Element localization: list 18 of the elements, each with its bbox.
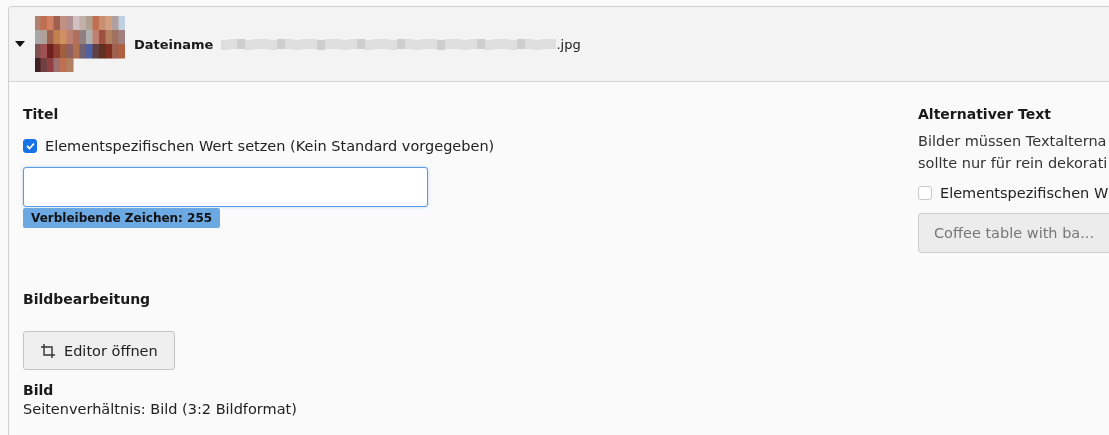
remaining-characters: Verbleibende Zeichen: 255 — [23, 208, 221, 228]
checkbox-label: Elementspezifischen W — [940, 184, 1109, 203]
open-editor-button[interactable]: Editor öffnen — [23, 331, 175, 370]
checkbox[interactable] — [918, 186, 932, 200]
filename-label: Dateiname — [134, 36, 214, 52]
title-input-field[interactable] — [23, 167, 428, 207]
checkbox[interactable] — [23, 139, 37, 153]
description-text: sollte nur für rein dekorati — [918, 154, 1108, 173]
section-heading: Titel — [23, 106, 59, 122]
section-heading: Bild — [23, 382, 54, 398]
caret-down-icon[interactable] — [15, 41, 25, 47]
aspect-ratio-text: Seitenverhältnis: Bild (3:2 Bildformat) — [23, 400, 297, 419]
description-text: Bilder müssen Textalterna — [918, 132, 1107, 151]
file-extension: .jpg — [556, 36, 581, 52]
section-heading: Alternativer Text — [918, 106, 1051, 122]
checkbox-label: Elementspezifischen Wert setzen (Kein Standard vorgegeben) — [45, 137, 495, 156]
crop-icon — [40, 342, 56, 359]
section-heading: Bildbearbeitung — [23, 291, 151, 307]
